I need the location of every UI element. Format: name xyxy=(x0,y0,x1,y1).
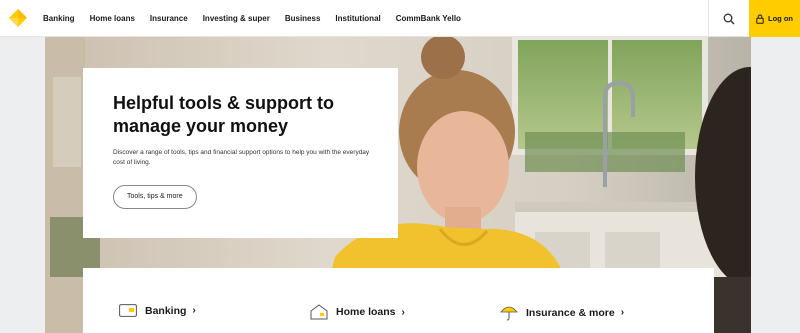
nav-institutional[interactable]: Institutional xyxy=(335,14,380,23)
hero-title: Helpful tools & support to manage your m… xyxy=(113,93,334,136)
logon-button[interactable]: Log on xyxy=(749,0,800,37)
search-button[interactable] xyxy=(708,0,749,37)
quick-links-panel: Banking › Home loans › Insurance & more … xyxy=(83,268,714,333)
card-icon xyxy=(119,304,137,317)
quick-link-insurance-more[interactable]: Insurance & more › xyxy=(500,304,624,321)
commbank-logo-icon[interactable] xyxy=(9,9,27,27)
quick-link-label: Insurance & more xyxy=(526,306,615,319)
main-nav: Banking Home loans Insurance Investing &… xyxy=(43,0,476,37)
nav-insurance[interactable]: Insurance xyxy=(150,14,188,23)
chevron-right-icon: › xyxy=(401,306,405,318)
umbrella-icon xyxy=(500,306,518,321)
nav-business[interactable]: Business xyxy=(285,14,321,23)
nav-investing-super[interactable]: Investing & super xyxy=(203,14,270,23)
nav-commbank-yello[interactable]: CommBank Yello xyxy=(396,14,461,23)
hero-card: Helpful tools & support to manage your m… xyxy=(83,68,398,238)
nav-home-loans[interactable]: Home loans xyxy=(90,14,135,23)
site-header: Banking Home loans Insurance Investing &… xyxy=(0,0,800,37)
logon-label: Log on xyxy=(768,14,793,23)
quick-link-home-loans[interactable]: Home loans › xyxy=(310,304,405,320)
quick-link-label: Banking xyxy=(145,304,187,317)
nav-banking[interactable]: Banking xyxy=(43,14,75,23)
chevron-right-icon: › xyxy=(192,305,196,316)
chevron-right-icon: › xyxy=(620,307,625,318)
quick-link-label: Home loans xyxy=(336,306,396,318)
lock-icon xyxy=(756,14,764,24)
search-icon xyxy=(723,13,735,24)
hero-description: Discover a range of tools, tips and fina… xyxy=(113,149,370,166)
quick-link-banking[interactable]: Banking › xyxy=(119,304,196,317)
house-icon xyxy=(310,304,328,320)
tools-tips-button[interactable]: Tools, tips & more xyxy=(113,185,197,209)
